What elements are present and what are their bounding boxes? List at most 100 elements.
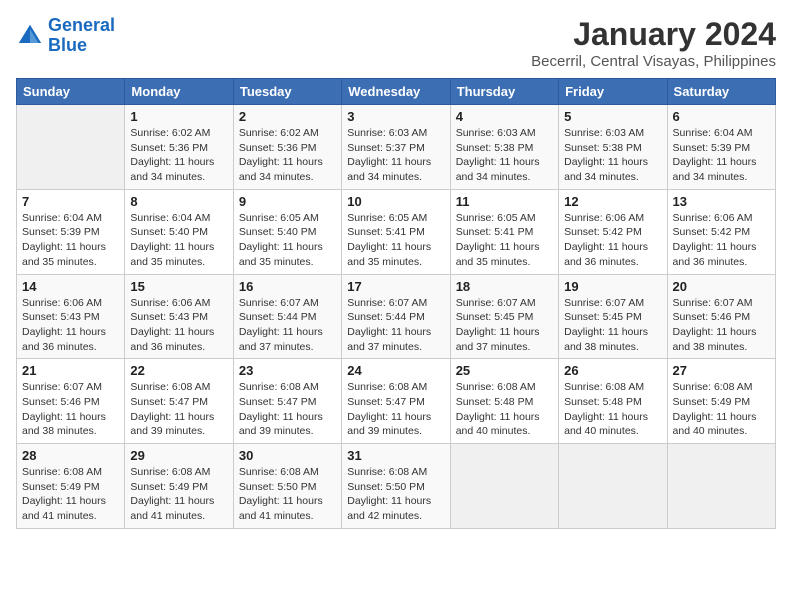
calendar-cell: 14 Sunrise: 6:06 AMSunset: 5:43 PMDayligh… (17, 274, 125, 359)
day-number: 17 (347, 279, 444, 294)
day-number: 8 (130, 194, 227, 209)
col-header-tuesday: Tuesday (233, 79, 341, 105)
day-number: 30 (239, 448, 336, 463)
calendar-cell: 17Sunrise: 6:07 AMSunset: 5:44 PMDayligh… (342, 274, 450, 359)
calendar-cell: 25 Sunrise: 6:08 AMSunset: 5:48 PMDayligh… (450, 359, 558, 444)
calendar-cell: 1 Sunrise: 6:02 AMSunset: 5:36 PMDaylight… (125, 105, 233, 190)
day-number: 6 (673, 109, 770, 124)
day-detail: Sunrise: 6:02 AMSunset: 5:36 PMDaylight:… (130, 126, 227, 185)
day-detail: Sunrise: 6:04 AMSunset: 5:40 PMDaylight:… (130, 211, 227, 270)
day-detail: Sunrise: 6:04 AMSunset: 5:39 PMDaylight:… (22, 211, 119, 270)
day-number: 20 (673, 279, 770, 294)
day-detail: Sunrise: 6:08 AMSunset: 5:50 PMDaylight:… (347, 465, 444, 524)
calendar-cell: 27 Sunrise: 6:08 AMSunset: 5:49 PMDayligh… (667, 359, 775, 444)
calendar-cell: 7 Sunrise: 6:04 AMSunset: 5:39 PMDaylight… (17, 189, 125, 274)
day-number: 29 (130, 448, 227, 463)
day-number: 13 (673, 194, 770, 209)
calendar-cell: 15Sunrise: 6:06 AMSunset: 5:43 PMDayligh… (125, 274, 233, 359)
calendar-cell: 12 Sunrise: 6:06 AMSunset: 5:42 PMDayligh… (559, 189, 667, 274)
day-detail: Sunrise: 6:07 AMSunset: 5:44 PMDaylight:… (239, 296, 336, 355)
col-header-friday: Friday (559, 79, 667, 105)
day-number: 1 (130, 109, 227, 124)
calendar-cell (667, 444, 775, 529)
calendar-header-row: SundayMondayTuesdayWednesdayThursdayFrid… (17, 79, 776, 105)
col-header-saturday: Saturday (667, 79, 775, 105)
day-number: 16 (239, 279, 336, 294)
day-number: 19 (564, 279, 661, 294)
calendar-week-5: 28Sunrise: 6:08 AMSunset: 5:49 PMDayligh… (17, 444, 776, 529)
day-detail: Sunrise: 6:06 AMSunset: 5:43 PMDaylight:… (130, 296, 227, 355)
calendar-week-3: 14 Sunrise: 6:06 AMSunset: 5:43 PMDayligh… (17, 274, 776, 359)
logo-text: General Blue (48, 16, 115, 56)
day-number: 7 (22, 194, 119, 209)
calendar-cell: 22 Sunrise: 6:08 AMSunset: 5:47 PMDayligh… (125, 359, 233, 444)
day-number: 27 (673, 363, 770, 378)
day-detail: Sunrise: 6:03 AMSunset: 5:37 PMDaylight:… (347, 126, 444, 185)
day-number: 22 (130, 363, 227, 378)
month-title: January 2024 (531, 16, 776, 53)
calendar-cell: 26 Sunrise: 6:08 AMSunset: 5:48 PMDayligh… (559, 359, 667, 444)
day-detail: Sunrise: 6:08 AMSunset: 5:47 PMDaylight:… (130, 380, 227, 439)
calendar-cell (17, 105, 125, 190)
calendar-cell (450, 444, 558, 529)
day-number: 12 (564, 194, 661, 209)
calendar-cell: 6 Sunrise: 6:04 AMSunset: 5:39 PMDaylight… (667, 105, 775, 190)
day-detail: Sunrise: 6:05 AMSunset: 5:41 PMDaylight:… (347, 211, 444, 270)
day-detail: Sunrise: 6:08 AMSunset: 5:47 PMDaylight:… (239, 380, 336, 439)
day-detail: Sunrise: 6:03 AMSunset: 5:38 PMDaylight:… (456, 126, 553, 185)
calendar-cell: 8 Sunrise: 6:04 AMSunset: 5:40 PMDaylight… (125, 189, 233, 274)
calendar-cell: 21Sunrise: 6:07 AMSunset: 5:46 PMDayligh… (17, 359, 125, 444)
calendar-cell: 23 Sunrise: 6:08 AMSunset: 5:47 PMDayligh… (233, 359, 341, 444)
calendar-cell: 31Sunrise: 6:08 AMSunset: 5:50 PMDayligh… (342, 444, 450, 529)
day-number: 21 (22, 363, 119, 378)
day-number: 9 (239, 194, 336, 209)
calendar-cell: 5Sunrise: 6:03 AMSunset: 5:38 PMDaylight… (559, 105, 667, 190)
day-number: 3 (347, 109, 444, 124)
title-block: January 2024 Becerril, Central Visayas, … (531, 16, 776, 70)
day-number: 25 (456, 363, 553, 378)
calendar-cell: 13 Sunrise: 6:06 AMSunset: 5:42 PMDayligh… (667, 189, 775, 274)
calendar-cell: 3 Sunrise: 6:03 AMSunset: 5:37 PMDaylight… (342, 105, 450, 190)
day-detail: Sunrise: 6:08 AMSunset: 5:49 PMDaylight:… (673, 380, 770, 439)
logo-icon (16, 22, 44, 50)
calendar-cell: 30 Sunrise: 6:08 AMSunset: 5:50 PMDayligh… (233, 444, 341, 529)
calendar-cell: 29 Sunrise: 6:08 AMSunset: 5:49 PMDayligh… (125, 444, 233, 529)
location: Becerril, Central Visayas, Philippines (531, 53, 776, 70)
day-detail: Sunrise: 6:06 AMSunset: 5:42 PMDaylight:… (564, 211, 661, 270)
calendar-cell: 24Sunrise: 6:08 AMSunset: 5:47 PMDayligh… (342, 359, 450, 444)
day-detail: Sunrise: 6:05 AMSunset: 5:40 PMDaylight:… (239, 211, 336, 270)
col-header-wednesday: Wednesday (342, 79, 450, 105)
day-number: 10 (347, 194, 444, 209)
calendar-cell: 16 Sunrise: 6:07 AMSunset: 5:44 PMDayligh… (233, 274, 341, 359)
day-detail: Sunrise: 6:02 AMSunset: 5:36 PMDaylight:… (239, 126, 336, 185)
day-detail: Sunrise: 6:08 AMSunset: 5:48 PMDaylight:… (456, 380, 553, 439)
day-detail: Sunrise: 6:06 AMSunset: 5:42 PMDaylight:… (673, 211, 770, 270)
day-detail: Sunrise: 6:04 AMSunset: 5:39 PMDaylight:… (673, 126, 770, 185)
calendar-cell: 9 Sunrise: 6:05 AMSunset: 5:40 PMDaylight… (233, 189, 341, 274)
calendar-cell: 19 Sunrise: 6:07 AMSunset: 5:45 PMDayligh… (559, 274, 667, 359)
logo: General Blue (16, 16, 115, 56)
day-number: 23 (239, 363, 336, 378)
col-header-thursday: Thursday (450, 79, 558, 105)
calendar-cell: 28Sunrise: 6:08 AMSunset: 5:49 PMDayligh… (17, 444, 125, 529)
calendar-cell: 2Sunrise: 6:02 AMSunset: 5:36 PMDaylight… (233, 105, 341, 190)
calendar-table: SundayMondayTuesdayWednesdayThursdayFrid… (16, 78, 776, 529)
day-detail: Sunrise: 6:08 AMSunset: 5:49 PMDaylight:… (22, 465, 119, 524)
day-detail: Sunrise: 6:07 AMSunset: 5:45 PMDaylight:… (564, 296, 661, 355)
calendar-week-1: 1 Sunrise: 6:02 AMSunset: 5:36 PMDaylight… (17, 105, 776, 190)
day-detail: Sunrise: 6:08 AMSunset: 5:48 PMDaylight:… (564, 380, 661, 439)
day-detail: Sunrise: 6:06 AMSunset: 5:43 PMDaylight:… (22, 296, 119, 355)
day-detail: Sunrise: 6:07 AMSunset: 5:45 PMDaylight:… (456, 296, 553, 355)
day-number: 11 (456, 194, 553, 209)
calendar-cell (559, 444, 667, 529)
col-header-monday: Monday (125, 79, 233, 105)
day-number: 14 (22, 279, 119, 294)
calendar-week-4: 21Sunrise: 6:07 AMSunset: 5:46 PMDayligh… (17, 359, 776, 444)
calendar-cell: 4Sunrise: 6:03 AMSunset: 5:38 PMDaylight… (450, 105, 558, 190)
day-detail: Sunrise: 6:08 AMSunset: 5:49 PMDaylight:… (130, 465, 227, 524)
calendar-cell: 11 Sunrise: 6:05 AMSunset: 5:41 PMDayligh… (450, 189, 558, 274)
day-detail: Sunrise: 6:05 AMSunset: 5:41 PMDaylight:… (456, 211, 553, 270)
day-detail: Sunrise: 6:08 AMSunset: 5:50 PMDaylight:… (239, 465, 336, 524)
day-number: 26 (564, 363, 661, 378)
day-detail: Sunrise: 6:07 AMSunset: 5:46 PMDaylight:… (673, 296, 770, 355)
